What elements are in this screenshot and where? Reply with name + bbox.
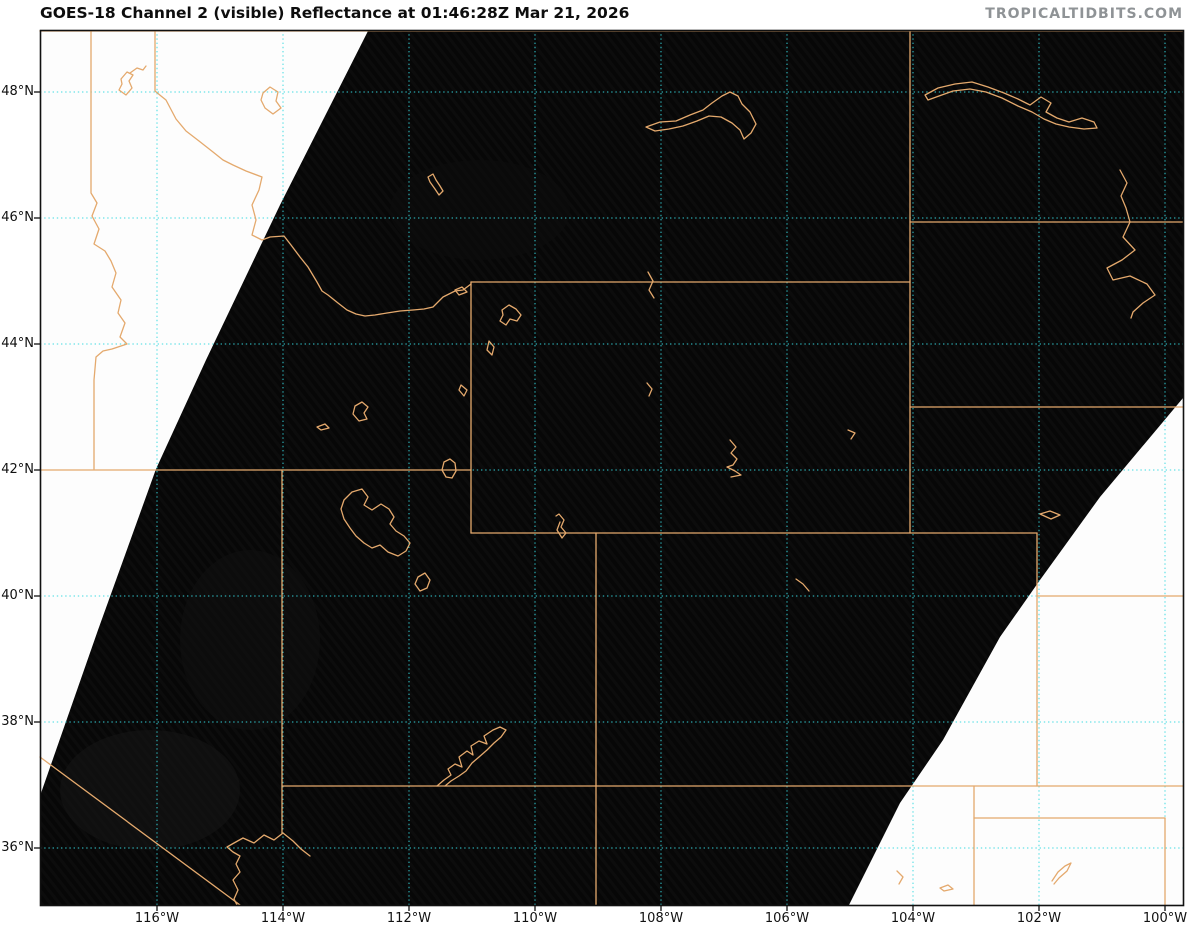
x-axis-label-110°W: 110°W (512, 911, 558, 926)
x-axis-label-108°W: 108°W (638, 911, 684, 926)
y-axis-label-42°N: 42°N (1, 462, 34, 477)
y-axis-label-36°N: 36°N (1, 840, 34, 855)
x-axis-label-100°W: 100°W (1142, 911, 1188, 926)
x-axis-label-112°W: 112°W (386, 911, 432, 926)
x-axis-label-102°W: 102°W (1016, 911, 1062, 926)
satellite-map (34, 29, 1185, 911)
x-axis-label-116°W: 116°W (134, 911, 180, 926)
x-axis-label-106°W: 106°W (764, 911, 810, 926)
y-axis-label-46°N: 46°N (1, 210, 34, 225)
y-axis-label-48°N: 48°N (1, 84, 34, 99)
x-axis-label-114°W: 114°W (260, 911, 306, 926)
y-axis-label-44°N: 44°N (1, 336, 34, 351)
goes-satellite-viewer: GOES-18 Channel 2 (visible) Reflectance … (0, 0, 1200, 929)
y-axis-label-40°N: 40°N (1, 588, 34, 603)
x-axis-label-104°W: 104°W (890, 911, 936, 926)
y-axis-label-38°N: 38°N (1, 714, 34, 729)
